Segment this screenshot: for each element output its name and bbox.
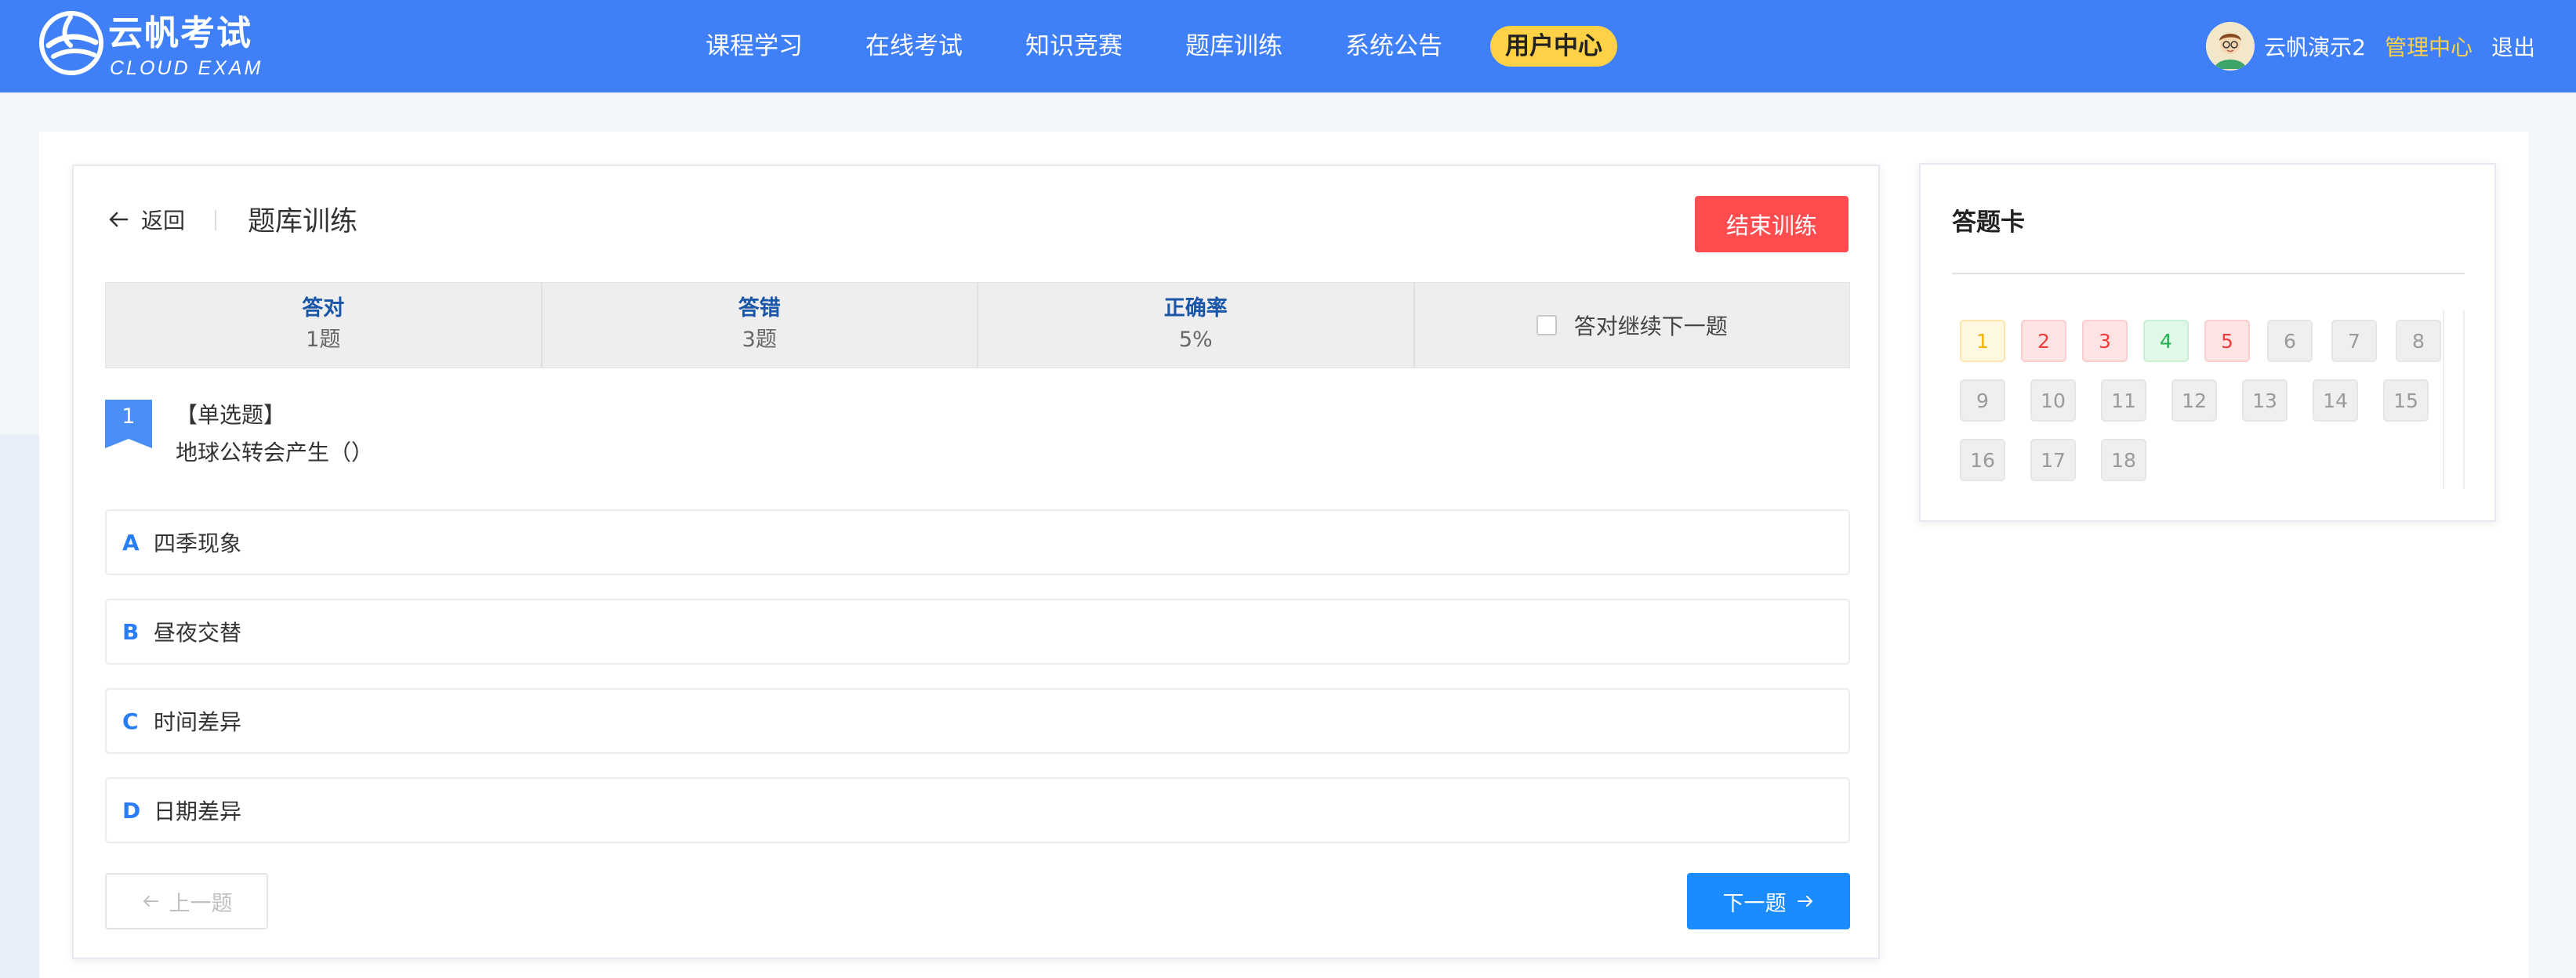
answer-card-cell[interactable]: 18 [2101,439,2146,481]
logo-text-en: CLOUD EXAM [110,57,263,79]
option-d[interactable]: D 日期差异 [105,777,1850,843]
continue-checkbox[interactable] [1536,315,1557,335]
continue-label[interactable]: 答对继续下一题 [1574,310,1728,341]
option-text: 日期差异 [154,799,242,824]
option-letter: A [122,529,140,556]
stat-wrong: 答错 3题 [542,283,978,368]
user-area: 云帆演示2 管理中心 退出 [2206,22,2535,71]
nav-announcements[interactable]: 系统公告 [1345,31,1442,62]
prev-label: 上一题 [169,891,233,916]
option-a[interactable]: A 四季现象 [105,509,1850,575]
arrow-right-icon [1797,896,1812,907]
stat-rate-label: 正确率 [1163,296,1228,321]
stat-wrong-label: 答错 [738,296,781,321]
logout-link[interactable]: 退出 [2491,31,2535,62]
answer-card-panel: 答题卡 1 2 3 4 5 6 7 8 9 10 11 12 13 14 15 16 17 18 [1919,163,2496,522]
answer-card-cell[interactable]: 13 [2242,379,2288,422]
question-text: 地球公转会产生（） [176,440,374,465]
user-name[interactable]: 云帆演示2 [2264,31,2366,62]
prev-question-button[interactable]: 上一题 [105,873,268,929]
answer-card-title: 答题卡 [1952,208,2025,237]
nav-user-center[interactable]: 用户中心 [1490,26,1617,67]
answer-card-cell[interactable]: 9 [1960,379,2005,422]
arrow-left-icon [109,212,129,227]
option-c[interactable]: C 时间差异 [105,688,1850,754]
user-avatar-icon [2206,22,2255,71]
answer-card-cell[interactable]: 17 [2030,439,2076,481]
option-letter: B [122,618,140,645]
stat-correct: 答对 1题 [106,283,542,368]
nav-courses[interactable]: 课程学习 [706,31,803,62]
answer-card-cell[interactable]: 8 [2396,320,2441,362]
avatar[interactable] [2206,22,2255,71]
logo-text-cn: 云帆考试 [108,13,252,53]
nav-question-bank[interactable]: 题库训练 [1185,31,1283,62]
stats-bar: 答对 1题 答错 3题 正确率 5% 答对继续下一题 [105,282,1850,368]
divider [1952,273,2465,274]
option-letter: C [122,708,139,734]
question-type: 【单选题】 [176,402,286,428]
answer-card-cell[interactable]: 5 [2204,320,2250,362]
nav-contest[interactable]: 知识竞赛 [1025,31,1123,62]
answer-card-cell[interactable]: 14 [2313,379,2358,422]
answer-card-cell[interactable]: 10 [2030,379,2076,422]
answer-card-cell[interactable]: 16 [1960,439,2005,481]
admin-center-link[interactable]: 管理中心 [2385,31,2473,62]
option-text: 昼夜交替 [154,620,242,646]
option-text: 时间差异 [154,709,242,735]
next-label: 下一题 [1722,891,1787,916]
arrow-left-icon [143,896,158,907]
answer-card-cell[interactable]: 4 [2143,320,2189,362]
answer-card-cell[interactable]: 15 [2383,379,2429,422]
answer-card-cell[interactable]: 2 [2021,320,2066,362]
title-divider [215,210,216,230]
answer-card-cell[interactable]: 3 [2082,320,2128,362]
scrollbar[interactable] [2443,310,2465,489]
stat-wrong-value: 3题 [742,328,777,352]
nav-online-exam[interactable]: 在线考试 [865,31,963,62]
end-training-button[interactable]: 结束训练 [1695,196,1849,252]
logo-mark-icon [39,11,103,75]
stat-correct-label: 答对 [302,296,345,321]
stat-continue: 答对继续下一题 [1415,283,1850,368]
page-title: 题库训练 [248,206,358,237]
answer-card-cell[interactable]: 12 [2171,379,2217,422]
answer-card-cell[interactable]: 6 [2267,320,2313,362]
back-label: 返回 [141,208,186,234]
logo[interactable]: 云帆考试 CLOUD EXAM [39,11,267,80]
training-panel: 返回 题库训练 结束训练 答对 1题 答错 3题 正确率 5% 答对继续下一题 … [72,165,1880,959]
stat-rate-value: 5% [1178,328,1213,352]
question-number: 1 [122,404,136,429]
option-letter: D [122,797,141,824]
answer-card-cell[interactable]: 1 [1960,320,2005,362]
back-button[interactable]: 返回 [107,204,185,235]
question-number-badge: 1 [105,400,152,448]
option-text: 四季现象 [154,531,242,556]
stat-correct-value: 1题 [306,328,341,352]
top-header: 云帆考试 CLOUD EXAM 课程学习 在线考试 知识竞赛 题库训练 系统公告… [0,0,2576,92]
option-b[interactable]: B 昼夜交替 [105,599,1850,665]
main-nav: 课程学习 在线考试 知识竞赛 题库训练 系统公告 用户中心 [706,0,1680,92]
answer-card-cell[interactable]: 7 [2331,320,2377,362]
answer-card-cell[interactable]: 11 [2101,379,2146,422]
stat-rate: 正确率 5% [978,283,1415,368]
background-shade [0,435,39,978]
next-question-button[interactable]: 下一题 [1687,873,1850,929]
